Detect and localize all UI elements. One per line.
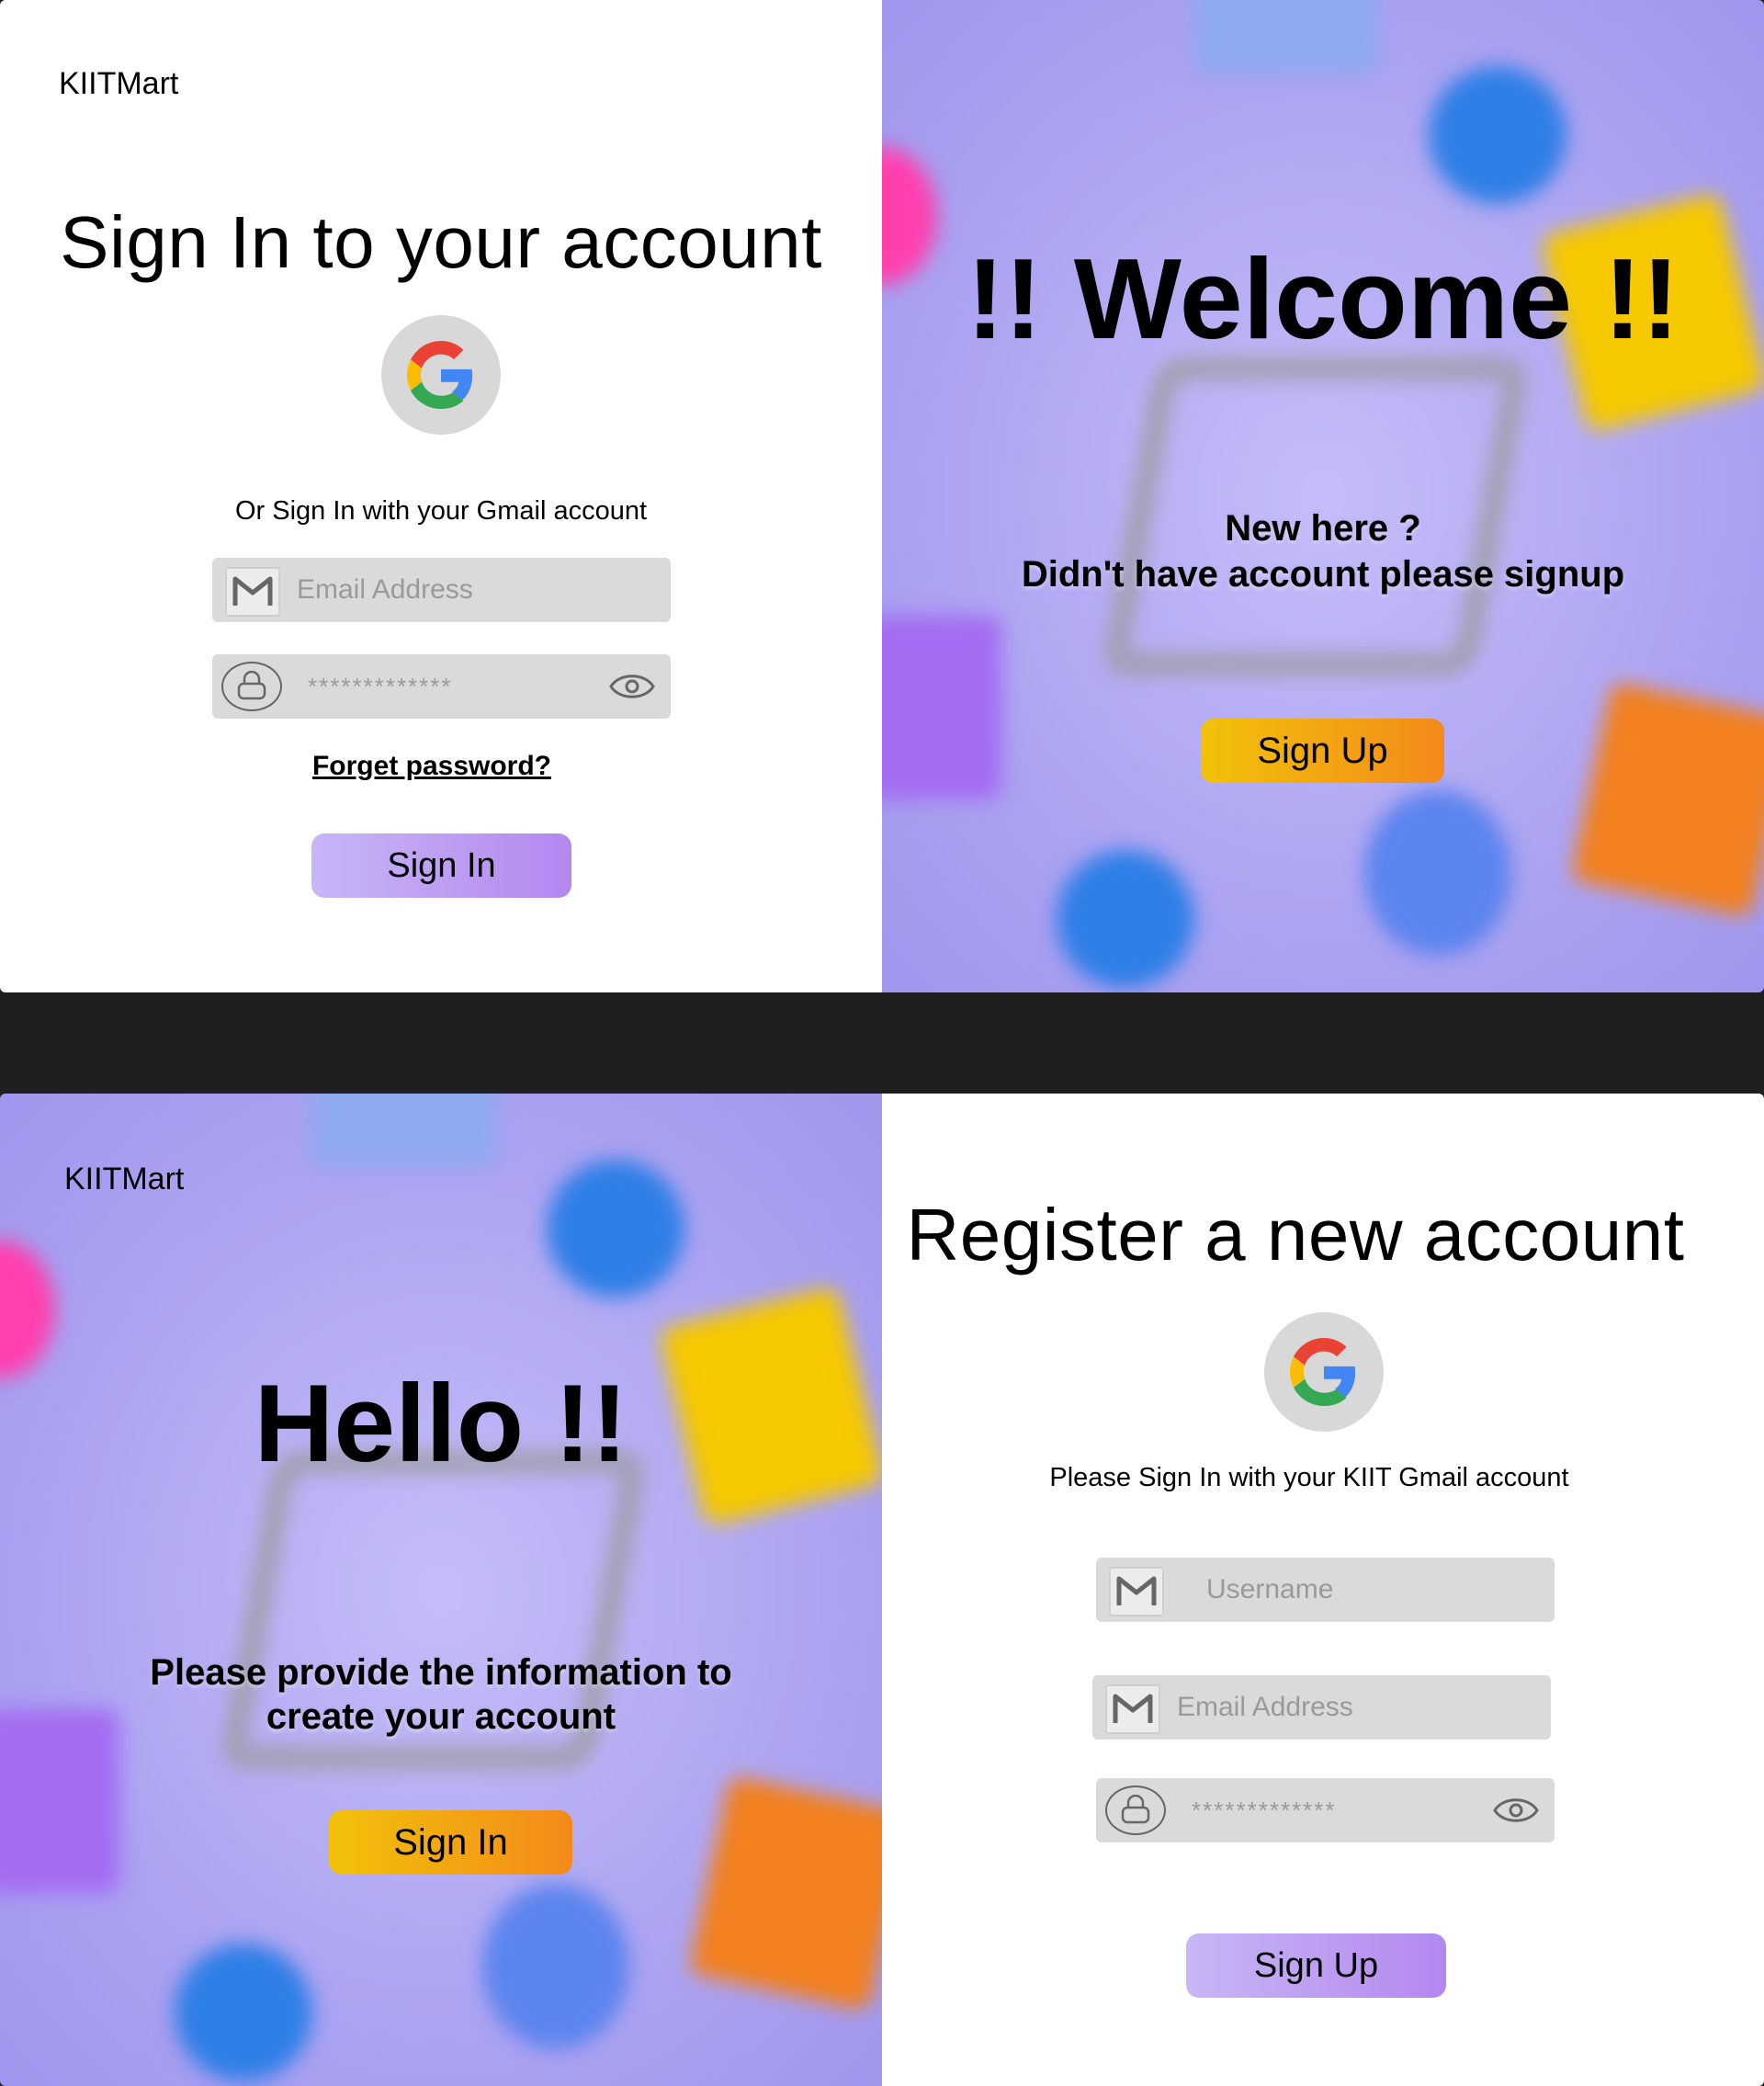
discount-badge-graphic [547,1160,684,1298]
eye-icon[interactable] [608,669,656,704]
shopping-bag-blue-graphic [1194,0,1378,74]
shopping-bag-orange-graphic [688,1774,882,2012]
forgot-password-link[interactable]: Forget password? [0,751,864,782]
eye-icon[interactable] [1492,1793,1540,1828]
signin-screen: KIITMart Sign In to your account Or Sign… [0,0,1764,992]
email-placeholder: Email Address [297,574,473,605]
gmail-hint-text: Or Sign In with your Gmail account [234,496,648,526]
sign-in-button[interactable]: Sign In [311,833,571,898]
gmail-icon [1105,1684,1160,1734]
password-value: ************* [1192,1797,1337,1824]
register-form-pane: Register a new account Please Sign In wi… [882,1094,1764,2086]
promo-line-2: create your account [266,1696,616,1737]
password-value: ************* [308,673,453,700]
gmail-hint-text: Please Sign In with your KIIT Gmail acco… [1049,1463,1569,1492]
password-field[interactable]: ************* [1096,1778,1555,1842]
lock-icon [221,662,282,711]
discount-badge-graphic [175,1944,312,2081]
promo-line-1: New here ? [1225,508,1421,549]
gmail-icon [1109,1567,1164,1616]
welcome-title: !! Welcome !! [966,236,1680,363]
balloon-blue-graphic [1364,790,1511,956]
google-logo-icon [1290,1338,1356,1406]
discount-badge-graphic [1429,66,1566,204]
register-screen: KIITMart Hello !! Please provide the inf… [0,1094,1764,2086]
balloon-blue-graphic [482,1884,629,2049]
lock-icon [1105,1786,1166,1835]
sign-up-button[interactable]: Sign Up [1201,719,1444,783]
google-logo-icon [407,341,473,409]
brand-logo-text[interactable]: KIITMart [64,1162,184,1197]
shopping-bag-orange-graphic [1570,681,1764,918]
email-field[interactable]: Email Address [1092,1675,1551,1740]
google-signin-button[interactable] [381,315,501,435]
page-title: Sign In to your account [60,201,822,283]
discount-badge-graphic [1057,850,1194,988]
promo-line-1: Please provide the information to [150,1652,732,1693]
email-field[interactable]: Email Address [212,558,671,622]
balloon-pink-graphic [0,1241,55,1378]
brand-logo-text[interactable]: KIITMart [59,66,178,102]
username-field[interactable]: Username [1096,1558,1555,1622]
gmail-icon [225,567,280,617]
promo-line-2: Didn't have account please signup [1021,554,1625,595]
username-placeholder: Username [1206,1574,1334,1604]
password-field[interactable]: ************* [212,654,671,719]
page-title: Register a new account [906,1194,1685,1275]
hello-title: Hello !! [254,1362,628,1485]
shopping-bag-purple-graphic [882,616,1001,799]
email-placeholder: Email Address [1177,1692,1353,1722]
sign-up-button[interactable]: Sign Up [1186,1933,1446,1998]
google-signin-button[interactable] [1264,1312,1384,1432]
shopping-bag-blue-graphic [312,1094,496,1167]
hello-promo-pane: KIITMart Hello !! Please provide the inf… [0,1094,882,2086]
welcome-promo-pane: !! Welcome !! New here ? Didn't have acc… [882,0,1764,992]
sign-in-button[interactable]: Sign In [329,1810,572,1875]
signin-form-pane: KIITMart Sign In to your account Or Sign… [0,0,882,992]
